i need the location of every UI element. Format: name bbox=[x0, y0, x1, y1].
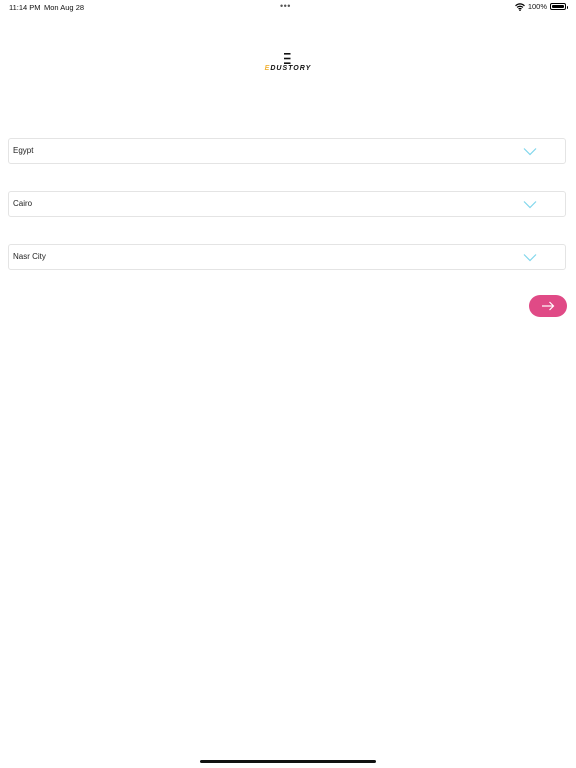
chevron-down-icon bbox=[523, 148, 537, 156]
status-bar: 11:14 PM Mon Aug 28 ••• 100% bbox=[0, 0, 576, 14]
multitasking-dots[interactable]: ••• bbox=[280, 1, 291, 11]
wifi-icon bbox=[514, 2, 525, 11]
status-date: Mon Aug 28 bbox=[44, 3, 85, 12]
status-time: 11:14 PM bbox=[9, 3, 41, 12]
district-value: Nasr City bbox=[13, 252, 46, 261]
battery-tip bbox=[566, 6, 568, 9]
battery-level bbox=[552, 5, 564, 8]
country-value: Egypt bbox=[13, 146, 34, 155]
city-value: Cairo bbox=[13, 199, 33, 208]
home-indicator[interactable] bbox=[200, 760, 376, 763]
city-select[interactable]: Cairo bbox=[8, 191, 566, 217]
logo-wordmark: EDUSTORY bbox=[258, 65, 318, 72]
next-button[interactable] bbox=[529, 295, 567, 317]
chevron-down-icon bbox=[523, 201, 537, 209]
country-select[interactable]: Egypt bbox=[8, 138, 566, 164]
status-right: 100% bbox=[514, 2, 568, 11]
edustory-logo: EDUSTORY bbox=[258, 53, 318, 73]
chevron-down-icon bbox=[523, 254, 537, 262]
logo-wordmark-rest: DUSTORY bbox=[270, 65, 312, 72]
edustory-logo-icon bbox=[284, 53, 291, 64]
district-select[interactable]: Nasr City bbox=[8, 244, 566, 270]
arrow-right-icon bbox=[542, 301, 555, 311]
battery-percentage: 100% bbox=[527, 2, 547, 11]
battery-icon bbox=[550, 3, 568, 10]
